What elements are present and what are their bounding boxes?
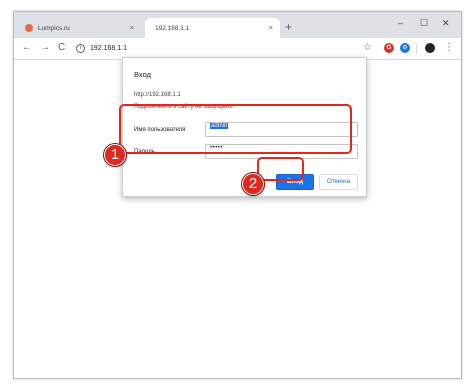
step-1-badge: 1 <box>104 144 126 166</box>
minimize-button[interactable]: – <box>398 18 403 28</box>
extension-blue-icon[interactable]: ⚙ <box>400 43 410 53</box>
forward-button[interactable]: → <box>40 42 50 54</box>
tab-label: Lumpics.ru <box>38 24 70 32</box>
back-button[interactable]: ← <box>22 42 32 54</box>
browser-window: Lumpics.ru × 192.168.1.1 × + – ☐ ✕ ← → C… <box>13 11 462 379</box>
login-highlight <box>257 157 304 181</box>
extension-red-icon[interactable]: G <box>384 43 394 53</box>
tab-router[interactable]: 192.168.1.1 × <box>145 18 280 38</box>
tab-lumpics[interactable]: Lumpics.ru × <box>17 18 141 38</box>
lumpics-favicon <box>25 24 33 32</box>
star-icon[interactable]: ☆ <box>363 42 372 54</box>
close-tab-icon[interactable]: × <box>269 23 273 33</box>
dialog-title: Вход <box>134 70 151 79</box>
toolbar-divider <box>416 43 417 54</box>
cancel-button[interactable]: Отмена <box>319 174 358 190</box>
reload-button[interactable]: C <box>58 42 65 54</box>
close-tab-icon[interactable]: × <box>130 23 134 33</box>
address-bar[interactable]: 192.168.1.1 <box>90 44 127 53</box>
maximize-button[interactable]: ☐ <box>420 18 428 28</box>
step-2-badge: 2 <box>242 173 264 195</box>
tab-strip: Lumpics.ru × 192.168.1.1 × + – ☐ ✕ <box>14 12 461 38</box>
fields-highlight <box>119 104 352 154</box>
dialog-host: http://192.168.1.1 <box>134 92 181 98</box>
info-icon[interactable]: i <box>76 44 85 53</box>
new-tab-button[interactable]: + <box>285 21 292 33</box>
menu-icon[interactable]: ⋮ <box>444 42 454 54</box>
close-window-button[interactable]: ✕ <box>442 18 450 28</box>
avatar[interactable] <box>425 43 435 53</box>
tab-label: 192.168.1.1 <box>155 24 190 32</box>
